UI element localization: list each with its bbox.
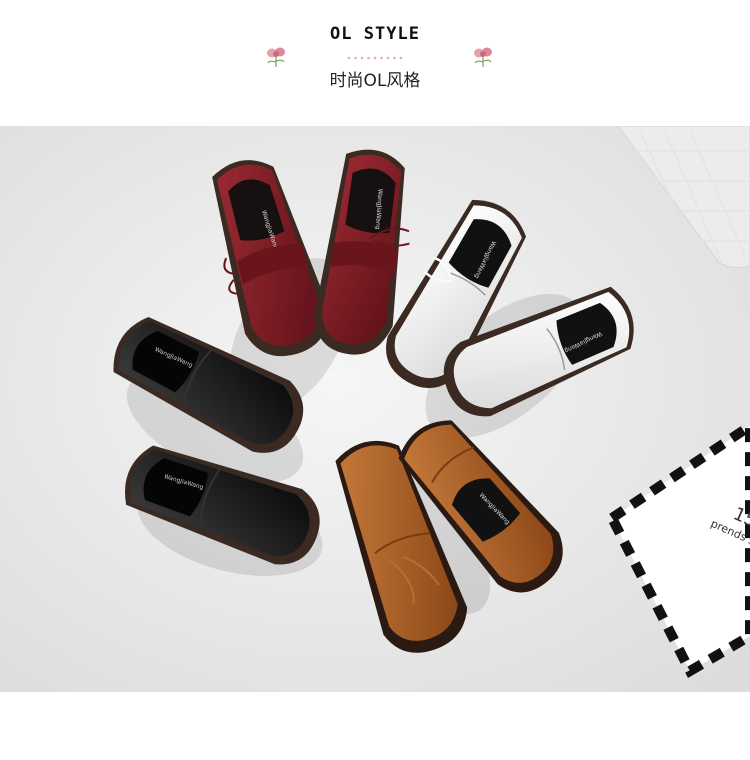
section-title: OL STYLE: [330, 24, 420, 44]
decor-dot: [393, 56, 396, 60]
rose-icon: [474, 47, 492, 67]
footer-space: [0, 692, 750, 760]
decor-dot: [399, 56, 403, 60]
decor-dot: [380, 56, 383, 60]
decor-dot: [360, 56, 364, 60]
rose-icon: [267, 47, 285, 67]
decor-dot: [386, 56, 390, 60]
decor-dot: [373, 56, 377, 60]
decor-dot: [354, 56, 357, 60]
decor-dot: [367, 56, 370, 60]
decor-dots: [347, 56, 403, 60]
product-photo: prends simple 15 WangJiaWang WangJiaWang…: [0, 126, 750, 692]
section-subtitle: 时尚OL风格: [329, 71, 421, 91]
decor-dot: [347, 56, 351, 60]
header: OL STYLE 时尚OL风格: [0, 0, 750, 126]
